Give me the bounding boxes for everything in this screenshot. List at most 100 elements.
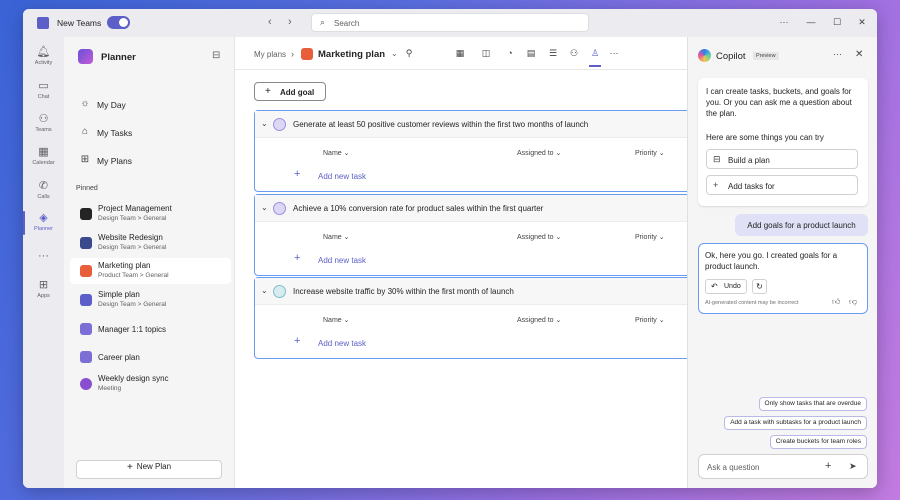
- nav-item-my-plans[interactable]: ⊞ My Plans: [76, 150, 226, 172]
- plan-name: Career plan: [98, 353, 140, 362]
- column-header-priority[interactable]: Priority ⌄: [635, 149, 665, 157]
- schedule-view-icon[interactable]: ▤: [525, 48, 537, 59]
- sun-icon: ☼: [80, 98, 90, 109]
- prompt-chip-buckets[interactable]: Create buckets for team roles: [769, 435, 867, 449]
- add-new-task-link[interactable]: Add new task: [318, 339, 366, 348]
- back-arrow-icon[interactable]: ‹: [268, 16, 272, 28]
- chevron-down-icon[interactable]: ⌄: [261, 119, 268, 128]
- send-icon[interactable]: ➤: [849, 461, 857, 472]
- collapse-sidebar-icon[interactable]: ⊟: [212, 50, 220, 61]
- thumbs-down-icon[interactable]: 👎︎: [849, 297, 857, 307]
- plan-header: My plans › Marketing plan ⌄ ⚲ ▦ ◫ ◔ ▤ ☰ …: [235, 37, 687, 70]
- minimize-icon[interactable]: —: [804, 17, 818, 27]
- new-teams-toggle[interactable]: [107, 16, 130, 29]
- goals-view-icon[interactable]: ♙: [589, 48, 601, 67]
- breadcrumb-my-plans[interactable]: My plans: [254, 50, 286, 59]
- suggestion-add-tasks[interactable]: + Add tasks for: [706, 175, 858, 195]
- chevron-down-icon[interactable]: ⌄: [261, 286, 268, 295]
- plus-icon: +: [294, 252, 301, 264]
- goal-title[interactable]: Generate at least 50 positive customer r…: [293, 120, 588, 129]
- column-label: Name: [323, 150, 342, 157]
- column-header-priority[interactable]: Priority ⌄: [635, 316, 665, 324]
- plus-icon[interactable]: +: [825, 460, 831, 472]
- plan-title[interactable]: Marketing plan: [318, 49, 385, 60]
- rail-item-planner[interactable]: ◈ Planner: [23, 211, 64, 235]
- more-options-icon[interactable]: ···: [777, 17, 791, 27]
- pinned-plan-simple-plan[interactable]: Simple plan Design Team > General: [70, 287, 231, 313]
- nav-item-my-day[interactable]: ☼ My Day: [76, 94, 226, 116]
- add-new-task-link[interactable]: Add new task: [318, 172, 366, 181]
- new-plan-button[interactable]: + New Plan: [76, 460, 222, 479]
- pinned-plan-marketing-plan[interactable]: Marketing plan Product Team > General: [70, 258, 231, 284]
- add-new-task-link[interactable]: Add new task: [318, 256, 366, 265]
- pinned-plan-career-plan[interactable]: Career plan: [70, 344, 231, 370]
- plan-subtitle: Product Team > General: [98, 272, 169, 279]
- preview-badge: Preview: [753, 52, 779, 60]
- rail-item-more[interactable]: ···: [23, 249, 64, 263]
- add-goal-label: Add goal: [280, 88, 315, 97]
- people-view-icon[interactable]: ⚇: [568, 48, 580, 59]
- column-header-name[interactable]: Name ⌄: [323, 233, 350, 241]
- column-header-name[interactable]: Name ⌄: [323, 149, 350, 157]
- plan-name: Weekly design sync: [98, 374, 169, 383]
- forward-arrow-icon[interactable]: ›: [288, 16, 292, 28]
- plan-icon: [80, 265, 92, 277]
- rail-item-activity[interactable]: 🔔︎ Activity: [23, 45, 64, 66]
- column-header-name[interactable]: Name ⌄: [323, 316, 350, 324]
- search-box[interactable]: ⌕ Search: [311, 13, 589, 32]
- intro-text: I can create tasks, buckets, and goals f…: [706, 87, 852, 118]
- rail-label: Calls: [37, 194, 50, 200]
- plan-icon: [301, 48, 313, 60]
- more-options-icon[interactable]: ···: [608, 48, 620, 58]
- suggestion-build-plan[interactable]: ⊟ Build a plan: [706, 149, 858, 169]
- undo-button[interactable]: ↶ Undo: [705, 279, 747, 294]
- rail-item-calendar[interactable]: ▦ Calendar: [23, 145, 64, 166]
- goal-title[interactable]: Increase website traffic by 30% within t…: [293, 287, 514, 296]
- chevron-down-icon[interactable]: ⌄: [261, 203, 268, 212]
- close-icon[interactable]: ✕: [855, 17, 869, 28]
- rail-item-chat[interactable]: ▭ Chat: [23, 79, 64, 100]
- charts-view-icon[interactable]: ◔: [504, 48, 516, 58]
- plan-icon: [80, 208, 92, 220]
- rail-item-teams[interactable]: ⚇ Teams: [23, 112, 64, 133]
- prompt-chip-subtasks[interactable]: Add a task with subtasks for a product l…: [724, 416, 867, 430]
- title-bar: New Teams ‹ › ⌕ Search ··· — ☐ ✕: [23, 9, 877, 37]
- retry-button[interactable]: ↻: [752, 279, 767, 294]
- planner-sidebar: Planner ⊟ ☼ My Day ⌂ My Tasks ⊞ My Plans…: [64, 37, 235, 488]
- plan-icon: [80, 323, 92, 335]
- thumbs-up-icon[interactable]: 👍︎: [832, 297, 840, 307]
- pinned-plan-manager-topics[interactable]: Manager 1:1 topics: [70, 316, 231, 342]
- column-header-assigned[interactable]: Assigned to ⌄: [517, 316, 561, 324]
- chevron-down-icon[interactable]: ⌄: [391, 49, 398, 58]
- rail-item-apps[interactable]: ⊞ Apps: [23, 278, 64, 299]
- board-view-icon[interactable]: ◫: [480, 48, 492, 59]
- column-label: Priority: [635, 150, 657, 157]
- column-label: Priority: [635, 234, 657, 241]
- pin-icon[interactable]: ⚲: [403, 48, 415, 59]
- column-label: Assigned to: [517, 150, 554, 157]
- column-header-assigned[interactable]: Assigned to ⌄: [517, 233, 561, 241]
- maximize-icon[interactable]: ☐: [830, 17, 844, 28]
- ask-question-input[interactable]: Ask a question + ➤: [698, 454, 868, 479]
- more-options-icon[interactable]: ···: [833, 49, 842, 59]
- pinned-plan-website-redesign[interactable]: Website Redesign Design Team > General: [70, 230, 231, 256]
- goal-icon: [273, 285, 286, 298]
- nav-item-my-tasks[interactable]: ⌂ My Tasks: [76, 122, 226, 144]
- try-label: Here are some things you can try: [706, 133, 824, 142]
- user-message-text: Add goals for a product launch: [747, 221, 856, 230]
- pinned-plan-project-management[interactable]: Project Management Design Team > General: [70, 201, 231, 227]
- column-header-assigned[interactable]: Assigned to ⌄: [517, 149, 561, 157]
- add-goal-button[interactable]: + Add goal: [254, 82, 326, 101]
- goal-title[interactable]: Achieve a 10% conversion rate for produc…: [293, 204, 543, 213]
- planner-icon: ◈: [39, 212, 48, 224]
- suggestion-label: Add tasks for: [728, 182, 775, 191]
- grid-view-icon[interactable]: ▦: [454, 48, 466, 59]
- close-icon[interactable]: ✕: [855, 49, 863, 60]
- undo-icon: ↶: [711, 282, 718, 291]
- undo-label: Undo: [724, 283, 741, 290]
- timeline-view-icon[interactable]: ☰: [547, 48, 559, 59]
- pinned-plan-weekly-design-sync[interactable]: Weekly design sync Meeting: [70, 371, 231, 397]
- prompt-chip-overdue[interactable]: Only show tasks that are overdue: [758, 397, 867, 411]
- rail-item-calls[interactable]: ✆ Calls: [23, 179, 64, 200]
- column-header-priority[interactable]: Priority ⌄: [635, 233, 665, 241]
